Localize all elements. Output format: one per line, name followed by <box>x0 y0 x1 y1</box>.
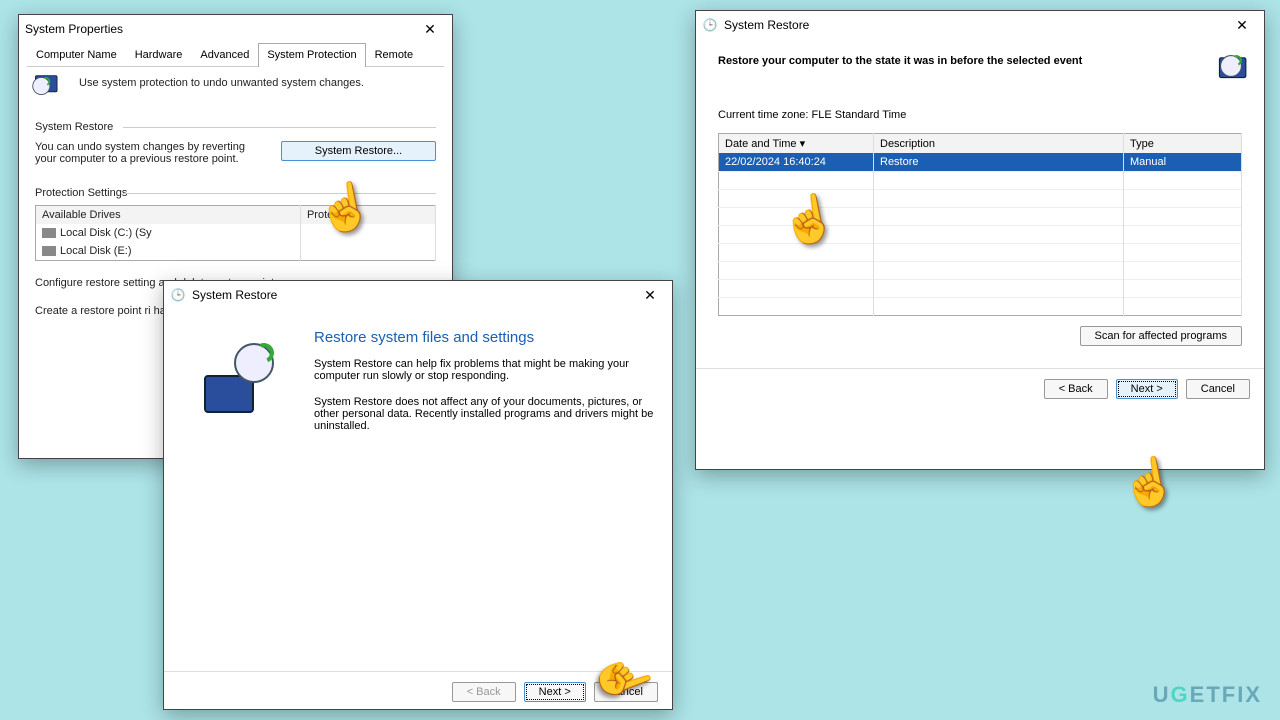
timezone-label: Current time zone: FLE Standard Time <box>696 103 1264 127</box>
wizard-paragraph-2: System Restore does not affect any of yo… <box>314 396 654 432</box>
sort-down-icon: ▾ <box>800 138 806 150</box>
window-title: System Properties <box>25 22 414 36</box>
restore-points-table: Date and Time ▾ Description Type 22/02/2… <box>718 133 1242 316</box>
next-button[interactable]: Next > <box>1116 379 1178 399</box>
table-row <box>719 226 1242 244</box>
group-protection-settings: Protection Settings <box>35 187 436 199</box>
watermark: UGETFIX <box>1153 682 1262 708</box>
system-restore-wizard-2: 🕒 System Restore ✕ Restore your computer… <box>695 10 1265 470</box>
close-icon[interactable]: ✕ <box>634 287 666 304</box>
restore-description: You can undo system changes by reverting… <box>35 141 267 165</box>
titlebar: 🕒 System Restore ✕ <box>696 11 1264 39</box>
table-row <box>719 244 1242 262</box>
next-button[interactable]: Next > <box>524 682 586 702</box>
drives-table: Available DrivesProtection Local Disk (C… <box>35 205 436 261</box>
restore-large-icon <box>1219 55 1242 78</box>
tab-remote[interactable]: Remote <box>366 43 423 66</box>
system-restore-wizard-1: 🕒 System Restore ✕ Restore system files … <box>163 280 673 710</box>
drive-icon <box>42 228 56 238</box>
cancel-button[interactable]: Cancel <box>594 682 658 702</box>
table-row <box>719 208 1242 226</box>
table-row <box>719 190 1242 208</box>
wizard-heading: Restore your computer to the state it wa… <box>718 55 1188 67</box>
group-system-restore: System Restore <box>35 121 436 133</box>
wizard-heading: Restore system files and settings <box>314 329 654 346</box>
window-title: System Restore <box>724 18 1226 32</box>
restore-icon: 🕒 <box>170 287 186 303</box>
tabs: Computer Name Hardware Advanced System P… <box>27 43 444 67</box>
intro-text: Use system protection to undo unwanted s… <box>79 77 364 89</box>
close-icon[interactable]: ✕ <box>1226 17 1258 34</box>
scan-affected-button[interactable]: Scan for affected programs <box>1080 326 1242 346</box>
tab-hardware[interactable]: Hardware <box>126 43 192 66</box>
table-row <box>719 280 1242 298</box>
col-protection: Protection <box>300 206 435 225</box>
back-button[interactable]: < Back <box>1044 379 1108 399</box>
table-row <box>719 298 1242 316</box>
drive-icon <box>42 246 56 256</box>
col-date[interactable]: Date and Time ▾ <box>719 134 874 154</box>
cancel-button[interactable]: Cancel <box>1186 379 1250 399</box>
back-button[interactable]: < Back <box>452 682 516 702</box>
tab-system-protection[interactable]: System Protection <box>258 43 365 67</box>
col-drives: Available Drives <box>36 206 301 225</box>
restore-large-icon <box>204 343 274 413</box>
table-row <box>719 172 1242 190</box>
system-restore-button[interactable]: System Restore... <box>281 141 436 161</box>
table-row[interactable]: Local Disk (E:) <box>36 242 436 261</box>
titlebar: System Properties ✕ <box>19 15 452 43</box>
tab-computer-name[interactable]: Computer Name <box>27 43 126 66</box>
table-row[interactable]: Local Disk (C:) (Sy <box>36 224 436 242</box>
table-row <box>719 262 1242 280</box>
col-type[interactable]: Type <box>1124 134 1242 154</box>
window-title: System Restore <box>192 288 634 302</box>
close-icon[interactable]: ✕ <box>414 21 446 38</box>
shield-restore-icon <box>35 77 50 92</box>
wizard-paragraph-1: System Restore can help fix problems tha… <box>314 358 654 382</box>
tab-advanced[interactable]: Advanced <box>191 43 258 66</box>
table-row[interactable]: 22/02/2024 16:40:24 Restore Manual <box>719 153 1242 172</box>
col-description[interactable]: Description <box>874 134 1124 154</box>
titlebar: 🕒 System Restore ✕ <box>164 281 672 309</box>
restore-icon: 🕒 <box>702 17 718 33</box>
wizard-sidebar <box>164 309 314 671</box>
